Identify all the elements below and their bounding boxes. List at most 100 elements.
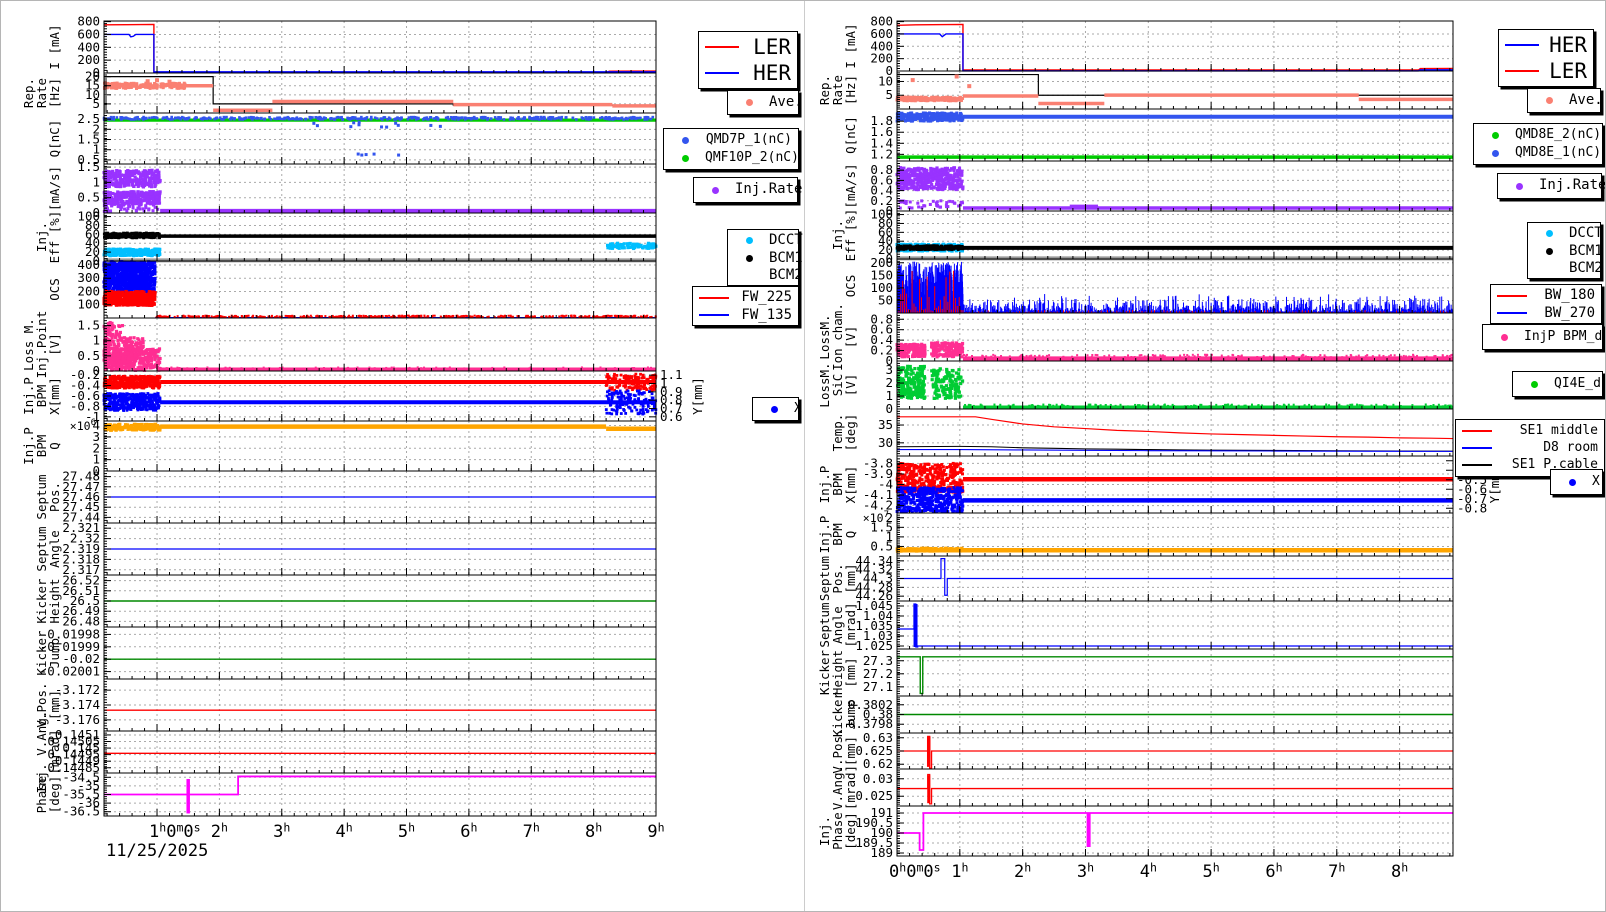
row-lossmon-injpoint: 00.511.5Loss M.Inj.Point[V] [21, 311, 657, 378]
svg-text:600: 600 [77, 26, 100, 41]
legend-label: Inj.Rate [735, 181, 803, 198]
svg-text:800: 800 [77, 14, 100, 29]
legend-dot-marker [1480, 131, 1510, 139]
legend-line-swatch [705, 72, 739, 75]
legend-label: X [794, 400, 802, 416]
row-injp-bpm-q: 01234Inj.PBPMQ×106 [21, 418, 657, 478]
svg-text:Q[nC]: Q[nC] [47, 120, 62, 158]
legend-label: Ave. [1569, 91, 1603, 108]
row-injp-bpm-x: -0.2-0.4-0.6-0.8-1Inj.PBPMX[mm]0.60.70.8… [21, 367, 705, 424]
legend-label: LER [1549, 59, 1587, 84]
legend-dot-marker [759, 405, 789, 413]
svg-text:20: 20 [85, 69, 100, 84]
svg-text:[V]: [V] [47, 333, 62, 356]
row-ocs-loss: 50100150200OCS [843, 255, 1454, 314]
row-septum-angle: 1.0251.031.0351.041.045SeptumAngle[mrad] [817, 598, 1454, 653]
legend-fw: FW_225 FW_135 [692, 286, 799, 326]
row-beam-current: 0200400600800I [mA] [843, 14, 1454, 78]
row-rep-rate: 5101520Rep.Rate[Hz] [21, 69, 657, 114]
row-septum-pos: 44.2644.2844.344.3244.34SeptumPos.[mm] [817, 553, 1454, 603]
svg-text:1.5: 1.5 [77, 318, 100, 333]
legend-dot-marker [670, 154, 700, 162]
panel-her-injection: 0 200 400 600 800 I [mA] 5 10 Rep. Rate [Hz] 1.2 1.4… [804, 1, 1605, 911]
legend-charge: QMD7P_1(nC) QMF10P_2(nC) [663, 128, 799, 170]
legend-label: Ave. [769, 93, 803, 110]
row-v-angle: 0.0250.03V.Ang.[mrad] [830, 765, 1454, 810]
row-inj-phase: -34.5-35-35.5-36-36.5Phase[deg] [34, 769, 657, 819]
svg-text:2.5: 2.5 [77, 111, 100, 126]
row-bunch-charge: 1.21.41.61.8Q[nC] [843, 108, 1454, 162]
svg-text:Eff [%]: Eff [%] [47, 211, 62, 264]
svg-text:200: 200 [77, 283, 100, 298]
row-inj-rate: 00.511.5[mA/s] [47, 159, 657, 220]
legend-line-swatch [1505, 44, 1539, 47]
legend-line-swatch [1462, 446, 1492, 449]
legend-label: QMD8E_1(nC) [1515, 144, 1602, 160]
row-kicker-height: 27.127.227.3KickerHeight[mm] [817, 648, 1454, 697]
legend-dot-marker [1519, 380, 1549, 388]
panel-ler-injection: 0 200 400 600 800 I [mA] 5 10 15 20 Rep. Rate [Hz] 0.… [1, 1, 804, 911]
legend-line-swatch [705, 46, 739, 49]
row-inj-phase: 189189.5190190.5191Inj.Phase[deg] [817, 805, 1454, 860]
legend-label: DCCT [769, 232, 803, 248]
legend-dot-marker [1534, 247, 1564, 255]
legend-line-swatch [1497, 312, 1527, 315]
legend-line-swatch [1462, 429, 1492, 432]
legend-label: D8 room [1543, 439, 1598, 455]
row-injp-bpm-q: 0.511.52Inj.PBPMQ×107 [817, 510, 1454, 557]
row-inj-eff: 020406080100Inj.Eff [%] [34, 209, 658, 268]
svg-text:100: 100 [77, 297, 100, 312]
row-rep-rate: 510Rep.Rate[Hz] [817, 70, 1454, 110]
svg-text:100: 100 [77, 209, 100, 224]
legend-label: QI4E_d [1554, 375, 1601, 391]
legend-qi4e: QI4E_d [1512, 371, 1603, 397]
x-axis-panel-right: 0h0m0s 1h 2h 3h 4h 5h 6h 7h 8h [889, 861, 1408, 882]
svg-text:200: 200 [77, 52, 100, 67]
svg-text:400: 400 [77, 257, 100, 272]
legend-ring-currents: LER HER [698, 31, 798, 89]
legend-dot-marker [734, 254, 764, 262]
legend-label: BW_180 [1544, 287, 1595, 303]
row-injp-bpm-x: -3.8-3.9-4-4.1-4.2Inj.PBPMX[mm]-0.3-0.4-… [817, 453, 1502, 516]
legend-dot-marker [1480, 149, 1510, 157]
legend-label: BCM2 [1569, 260, 1603, 276]
svg-text:400: 400 [77, 39, 100, 54]
legend-dot-marker [734, 237, 764, 245]
row-beam-current: 0200400600800I [mA] [47, 14, 657, 80]
legend-inj-rate: Inj.Rate [693, 177, 802, 203]
legend-eff: DCCT BCM1 BCM2 [1527, 222, 1603, 279]
legend-label: QMD8E_2(nC) [1515, 126, 1602, 142]
legend-line-swatch [1505, 70, 1539, 73]
legend-label: QMF10P_2(nC) [705, 149, 799, 165]
row-temperature: 3035Temp.[deg] [830, 408, 1454, 457]
legend-label: BW_270 [1544, 304, 1595, 321]
svg-text:[Hz]: [Hz] [47, 78, 62, 108]
svg-text:[mA/s]: [mA/s] [47, 166, 62, 211]
legend-dot-marker [670, 136, 700, 144]
row-septum-angle: 2.3172.3182.3192.322.321SeptumAngle [34, 520, 657, 577]
legend-label: BCM1 [1569, 242, 1603, 259]
row-kicker-jump: -0.01998-0.01999-0.02-0.02001KickerJump [34, 626, 657, 680]
legend-inj-rate: Inj.Rate [1497, 173, 1605, 199]
legend-eff: DCCT BCM1 BCM2 [727, 229, 803, 286]
row-lossmon-sic: 0123LossM.SiC[V] [817, 360, 1454, 416]
legend-label: FW_135 [741, 306, 792, 323]
svg-text:1: 1 [92, 174, 100, 189]
legend-ave: Ave. [1527, 88, 1603, 113]
x-axis-panel-left: 1h0m0s 2h 3h 4h 5h 6h 7h 8h 9h [149, 821, 665, 842]
legend-line-swatch [699, 314, 729, 317]
legend-dot-marker [734, 99, 764, 106]
injection-monitor-window: 0 200 400 600 800 I [mA] 5 10 15 20 Rep. Rate [Hz] 0.… [0, 0, 1606, 912]
row-inj-eff: 020406080100Inj.Eff [%] [830, 207, 1454, 266]
legend-dot-marker [1489, 333, 1519, 341]
row-bunch-charge: 0.511.522.5Q[nC] [47, 111, 657, 167]
legend-label: HER [753, 61, 791, 86]
legend-dot-marker [1557, 478, 1587, 486]
legend-charge: QMD8E_2(nC) QMD8E_1(nC) [1473, 123, 1603, 165]
row-ocs-loss: 100200300400 OCS [47, 257, 657, 319]
row-kicker-jump: 0.37980.380.3802KickerJump [830, 691, 1454, 737]
legend-label: BCM2 [769, 267, 803, 283]
legend-label: SE1 middle [1519, 422, 1598, 438]
legend-label: HER [1549, 33, 1587, 57]
legend-label: QMD7P_1(nC) [705, 131, 792, 147]
